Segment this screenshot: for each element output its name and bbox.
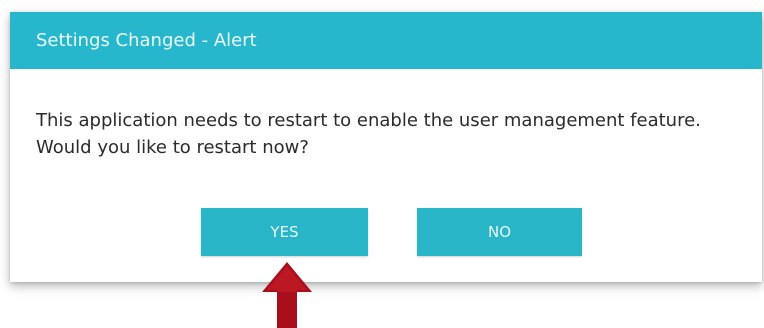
dialog-message: This application needs to restart to ena…	[36, 110, 701, 158]
dialog-titlebar: Settings Changed - Alert	[10, 12, 762, 69]
alert-dialog: Settings Changed - Alert This applicatio…	[10, 12, 762, 282]
yes-button[interactable]: YES	[201, 208, 368, 256]
no-button[interactable]: NO	[417, 208, 582, 256]
screenshot-stage: Settings Changed - Alert This applicatio…	[0, 0, 764, 328]
dialog-title: Settings Changed - Alert	[36, 30, 257, 51]
up-arrow-icon	[262, 262, 312, 328]
